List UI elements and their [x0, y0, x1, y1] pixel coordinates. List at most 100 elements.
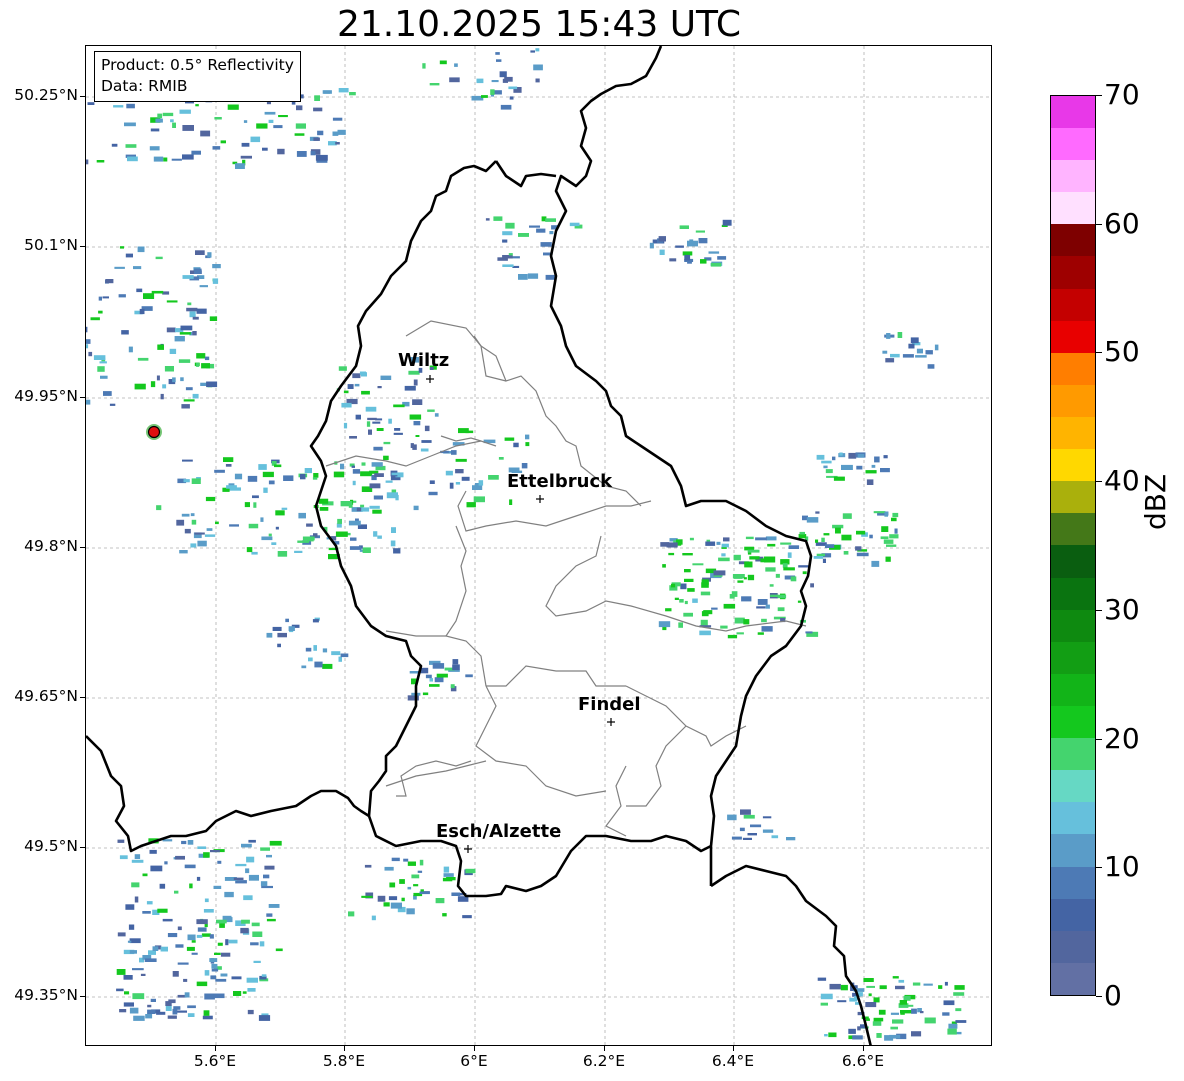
echo-cell [897, 332, 903, 338]
echo-cell [229, 524, 239, 527]
echo-cell [810, 583, 814, 588]
echo-cell [156, 505, 162, 511]
lat-tick [80, 246, 85, 247]
echo-cell [383, 902, 390, 907]
echo-cell [820, 993, 833, 1000]
echo-cell [261, 974, 267, 977]
echo-cell [435, 898, 445, 904]
echo-cell [97, 366, 105, 372]
echo-cell [264, 865, 275, 870]
echo-cell [825, 544, 835, 548]
echo-cell [491, 80, 499, 83]
echo-cell [741, 596, 752, 602]
echo-cell [761, 618, 767, 623]
map-area[interactable] [85, 45, 992, 1046]
echo-cell [817, 977, 827, 981]
echo-cell [206, 381, 218, 388]
echo-cell [377, 535, 382, 539]
echo-cell [837, 1000, 847, 1003]
echo-cell [481, 95, 488, 98]
echo-cell [729, 594, 735, 599]
echo-cell [191, 952, 198, 955]
echo-cell [465, 674, 473, 678]
echo-cell [195, 250, 205, 255]
echo-cell [201, 363, 210, 369]
colorbar-segment [1051, 834, 1095, 867]
echo-cell [189, 311, 196, 318]
echo-cell [823, 533, 830, 536]
radar-site[interactable] [146, 424, 162, 440]
echo-cell [533, 64, 543, 71]
echo-cell [157, 113, 163, 119]
echo-cell [406, 908, 415, 915]
echo-cell [777, 607, 785, 612]
echo-cell [413, 421, 421, 426]
echo-cell [461, 476, 470, 481]
echo-cell [203, 852, 210, 858]
echo-cell [336, 523, 342, 528]
colorbar-segment [1051, 449, 1095, 482]
colorbar-segment [1051, 481, 1095, 514]
echo-cell [540, 242, 552, 247]
colorbar-tick [1096, 739, 1102, 740]
echo-cell [176, 519, 185, 526]
echo-cell [953, 992, 965, 996]
echo-cell [786, 837, 796, 841]
lat-tick [80, 547, 85, 548]
echo-cell [513, 442, 519, 448]
echo-cell [421, 440, 432, 443]
echo-cell [204, 534, 216, 537]
echo-cell [343, 390, 349, 394]
echo-cell [716, 541, 721, 545]
echo-cell [199, 285, 208, 288]
echo-cell [733, 554, 741, 561]
echo-cell [393, 404, 405, 408]
echo-cell [825, 469, 833, 474]
echo-cell [204, 923, 208, 928]
echo-cell [407, 861, 416, 866]
echo-cell [150, 381, 156, 388]
echo-cell [422, 63, 426, 69]
echo-cell [508, 253, 513, 256]
echo-cell [150, 128, 160, 132]
colorbar-segment [1051, 224, 1095, 257]
echo-cell [518, 274, 528, 280]
echo-cell [684, 569, 691, 573]
echo-cell [310, 151, 316, 156]
echo-cell [399, 879, 405, 884]
echo-cell [217, 860, 222, 864]
echo-cell [390, 540, 396, 547]
echo-cell [235, 880, 247, 884]
lat-tick [80, 697, 85, 698]
echo-cell [527, 273, 539, 279]
echo-cell [253, 960, 261, 963]
echo-cell [684, 600, 688, 605]
echo-cell [749, 556, 760, 560]
echo-cell [865, 470, 877, 474]
echo-cell [181, 840, 187, 845]
city-marker [607, 718, 615, 726]
echo-cell [145, 1014, 153, 1019]
colorbar-segment [1051, 898, 1095, 931]
echo-cell [114, 266, 125, 269]
echo-cell [723, 537, 730, 542]
echo-cell [137, 246, 145, 253]
echo-cell [698, 238, 708, 244]
echo-cell [674, 597, 679, 600]
echo-cell [380, 375, 392, 380]
echo-cell [204, 970, 210, 976]
echo-cell [119, 855, 128, 860]
echo-cell [915, 355, 927, 358]
echo-cell [246, 977, 258, 983]
echo-cell [488, 475, 499, 480]
echo-cell [373, 495, 383, 500]
echo-cell [338, 656, 342, 662]
echo-cell [743, 814, 755, 819]
echo-cell [466, 502, 476, 508]
echo-cell [511, 256, 520, 259]
echo-cell [874, 456, 880, 463]
colorbar-segment [1051, 738, 1095, 771]
echo-cell [348, 520, 361, 526]
echo-cell [210, 975, 217, 980]
echo-cell [675, 245, 684, 248]
